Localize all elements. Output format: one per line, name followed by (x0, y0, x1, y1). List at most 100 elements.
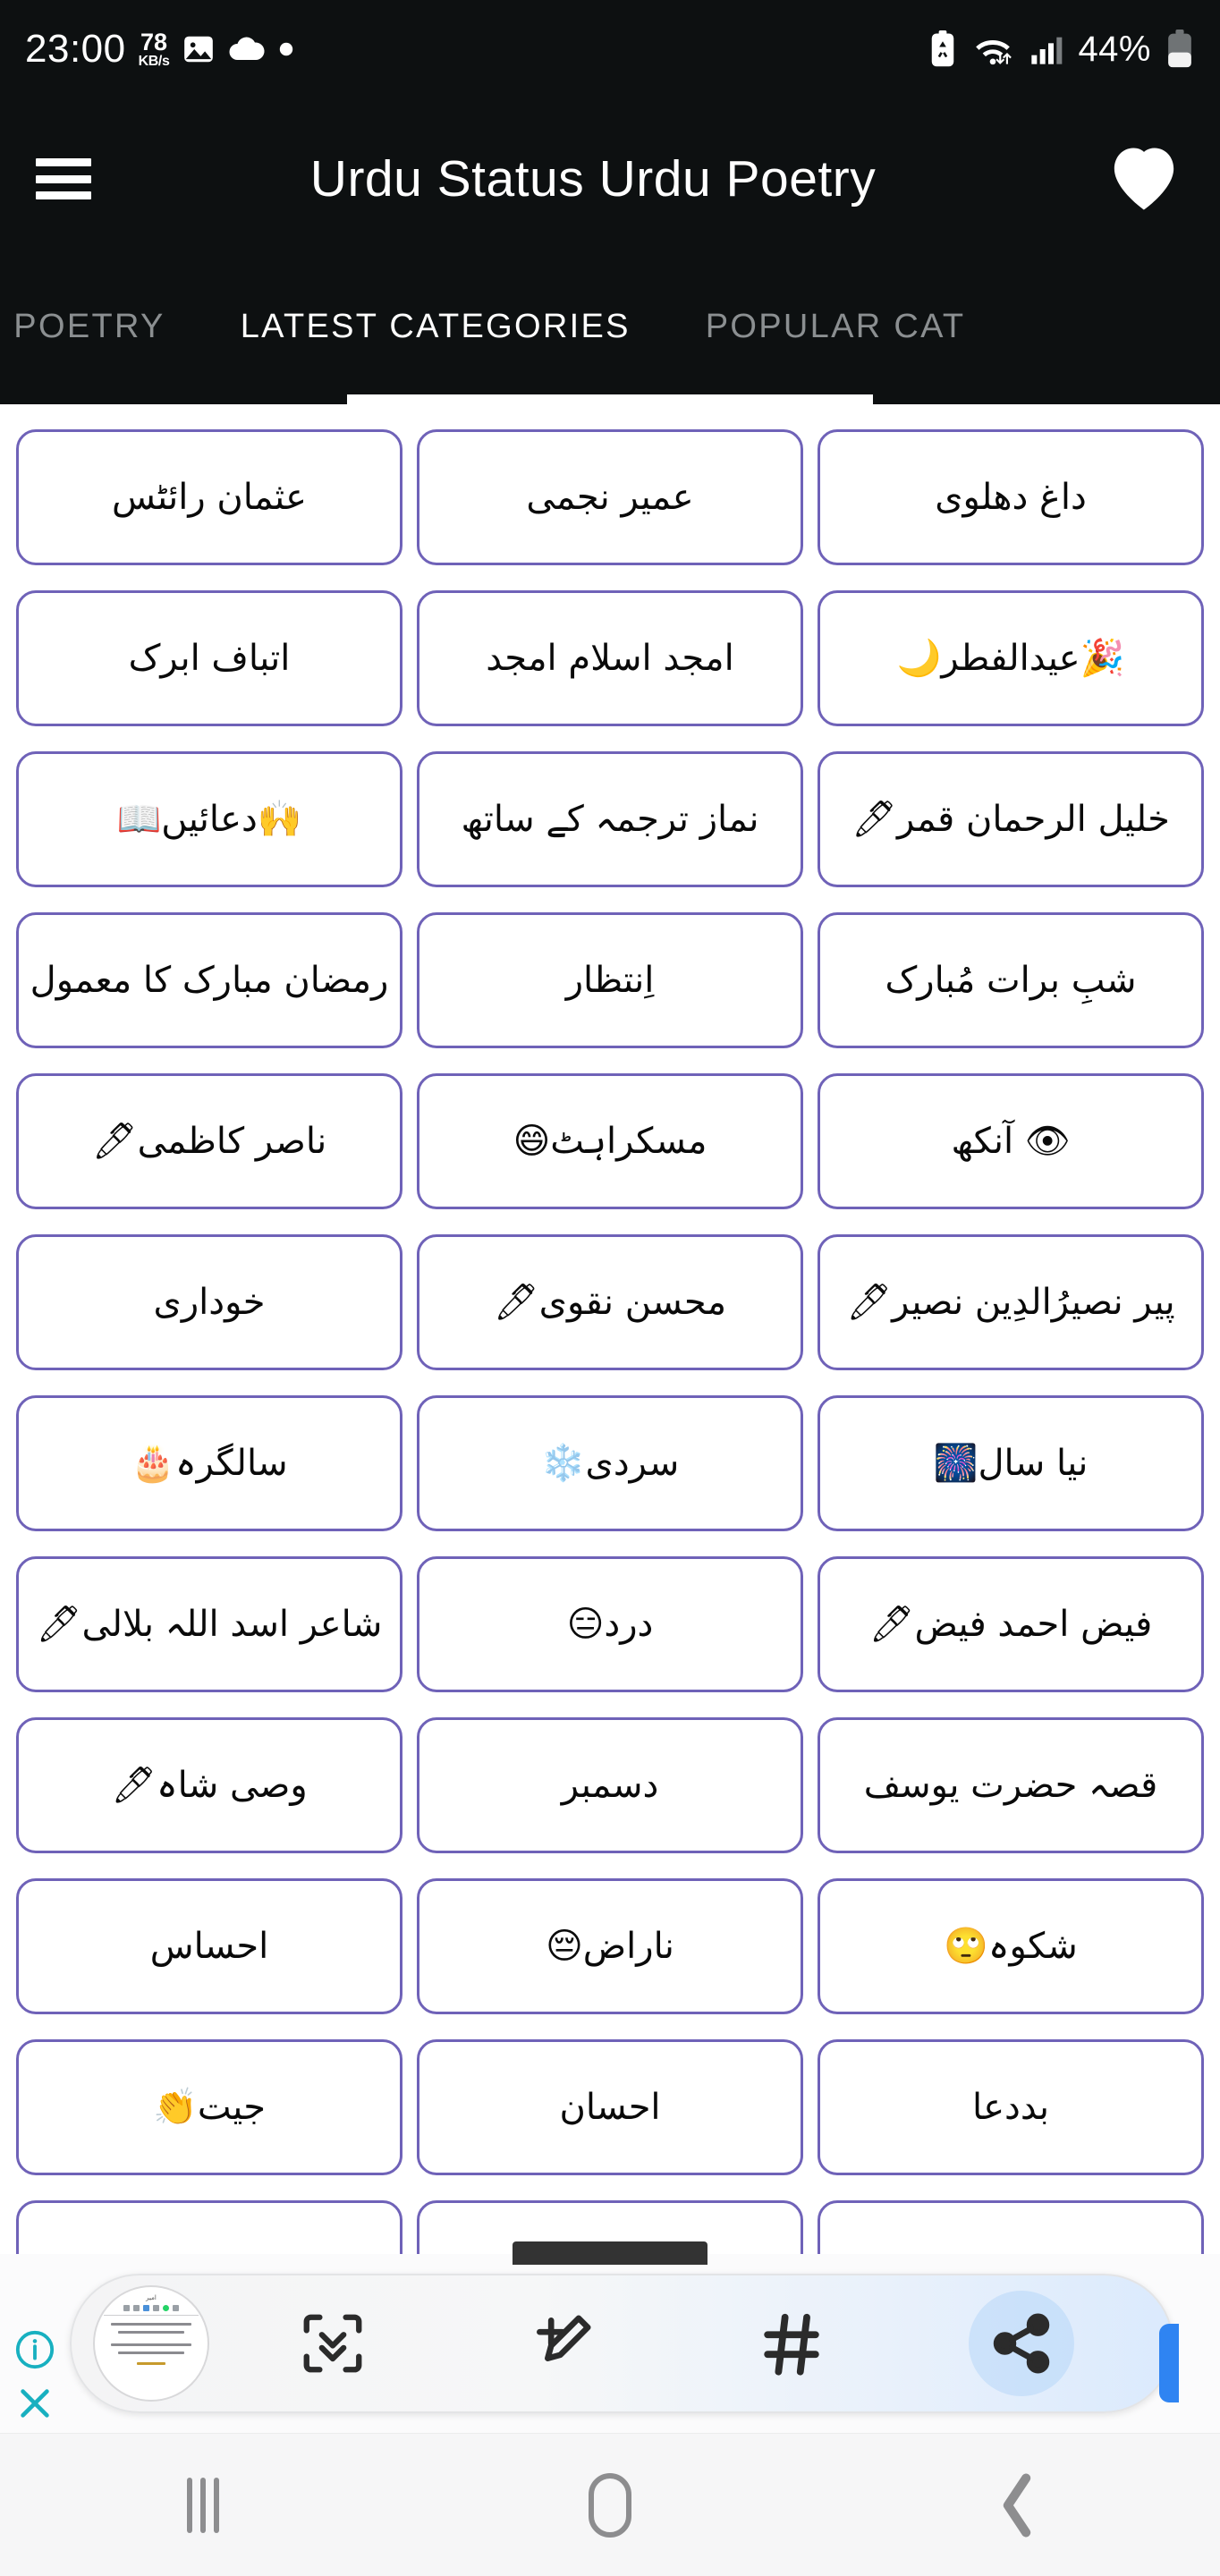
ad-scrollbar[interactable] (1159, 2324, 1179, 2402)
grid-cell: اِنتظار (410, 900, 810, 1061)
category-card[interactable]: سردی❄️ (417, 1395, 803, 1531)
categories-grid: داغ دھلوی عمیر نجمی عثمان رائٹس 🎉عیدالفطر🌙 ا… (0, 404, 1220, 2349)
category-card[interactable]: 🙌دعائیں📖 (16, 751, 402, 887)
category-card[interactable]: بددعا (818, 2039, 1204, 2175)
category-card[interactable]: خوداری (16, 1234, 402, 1370)
grid-cell: داغ دھلوی (810, 417, 1211, 578)
category-card[interactable]: جیت👏 (16, 2039, 402, 2175)
grid-cell: احساس (9, 1866, 410, 2027)
phone-screen: 23:00 78 KB/s 44% Urdu Status Urdu Poetr… (0, 0, 1220, 2576)
back-icon[interactable] (945, 2456, 1089, 2555)
category-card[interactable]: شبِ برات مُبارک (818, 912, 1204, 1048)
tab-latest-categories[interactable]: LATEST CATEGORIES (203, 259, 668, 394)
thumbnail-icon (123, 2305, 130, 2311)
category-card[interactable]: قصہ حضرت یوسف (818, 1717, 1204, 1853)
battery-icon (1165, 30, 1195, 69)
category-card-label: احساس (149, 1926, 269, 1967)
grid-cell: شبِ برات مُبارک (810, 900, 1211, 1061)
category-card[interactable]: درد😑 (417, 1556, 803, 1692)
grid-cell: ناصر کاظمی🖊 (9, 1061, 410, 1222)
category-card-label: عمیر نجمی (526, 477, 694, 518)
category-card-label: ناصر کاظمی🖊 (91, 1121, 327, 1162)
category-card[interactable]: احساس (16, 1878, 402, 2014)
poetry-card-thumbnail[interactable]: امیر (93, 2285, 209, 2402)
category-card-label: 🙌دعائیں📖 (116, 799, 302, 840)
grid-cell: اتباف ابرک (9, 578, 410, 739)
category-card-label: سردی❄️ (540, 1443, 680, 1484)
category-card-label: ناراض😔 (546, 1926, 674, 1967)
category-card[interactable]: مسکراہٹ😄 (417, 1073, 803, 1209)
grid-cell: شاعر اسد اللہ بلالی🖊 (9, 1544, 410, 1705)
category-card[interactable]: 🎉عیدالفطر🌙 (818, 590, 1204, 726)
add-edit-pencil-icon[interactable] (510, 2291, 615, 2396)
thumbnail-icon (143, 2305, 149, 2311)
category-card-label: شاعر اسد اللہ بلالی🖊 (36, 1604, 383, 1645)
ad-action-bar: امیر (70, 2274, 1179, 2413)
category-card[interactable]: سالگرہ🎂 (16, 1395, 402, 1531)
hashtag-icon[interactable] (739, 2291, 844, 2396)
category-card-label: شکوہ🙄 (944, 1926, 1078, 1967)
category-card[interactable]: ناصر کاظمی🖊 (16, 1073, 402, 1209)
thumbnail-text-line (110, 2323, 192, 2326)
grid-cell: مسکراہٹ😄 (410, 1061, 810, 1222)
thumbnail-signature (136, 2362, 166, 2365)
home-icon[interactable] (538, 2456, 682, 2555)
category-card[interactable]: اِنتظار (417, 912, 803, 1048)
share-icon[interactable] (968, 2291, 1074, 2396)
category-card[interactable]: وصی شاہ🖊 (16, 1717, 402, 1853)
scan-frame-icon[interactable] (280, 2291, 385, 2396)
recents-icon[interactable] (131, 2456, 275, 2555)
grid-cell: ناراض😔 (410, 1866, 810, 2027)
category-card[interactable]: اتباف ابرک (16, 590, 402, 726)
category-card[interactable]: نماز ترجمہ کے ساتھ (417, 751, 803, 887)
battery-saver-icon (928, 30, 957, 68)
network-speed-indicator: 78 KB/s (139, 30, 170, 69)
grid-cell: قصہ حضرت یوسف (810, 1705, 1211, 1866)
category-card[interactable]: احسان (417, 2039, 803, 2175)
ad-actions (209, 2291, 1172, 2396)
image-icon (182, 32, 216, 66)
wifi-icon (970, 31, 1015, 67)
category-card[interactable]: پیر نصیرُالدِین نصیر🖊 (818, 1234, 1204, 1370)
category-card[interactable]: عمیر نجمی (417, 429, 803, 565)
ad-notch (513, 2241, 707, 2265)
category-card[interactable]: نیا سال🎆 (818, 1395, 1204, 1531)
category-card-label: فیض احمد فیض🖊 (868, 1604, 1153, 1645)
grid-cell: جیت👏 (9, 2027, 410, 2188)
page-title: Urdu Status Urdu Poetry (309, 150, 877, 208)
category-card-label: جیت👏 (153, 2087, 266, 2128)
category-card[interactable]: 👁 آنکھ (818, 1073, 1204, 1209)
grid-cell: شکوہ🙄 (810, 1866, 1211, 2027)
status-clock: 23:00 (25, 27, 126, 71)
category-card-label: سالگرہ🎂 (131, 1443, 288, 1484)
category-card[interactable]: داغ دھلوی (818, 429, 1204, 565)
category-card[interactable]: خلیل الرحمان قمر🖊 (818, 751, 1204, 887)
signal-icon (1029, 31, 1064, 67)
category-card[interactable]: شکوہ🙄 (818, 1878, 1204, 2014)
category-card[interactable]: شاعر اسد اللہ بلالی🖊 (16, 1556, 402, 1692)
grid-cell: احسان (410, 2027, 810, 2188)
category-card-label: امجد اسلام امجد (486, 638, 734, 679)
category-card[interactable]: دسمبر (417, 1717, 803, 1853)
categories-scroll-area[interactable]: داغ دھلوی عمیر نجمی عثمان رائٹس 🎉عیدالفطر🌙 ا… (0, 404, 1220, 2433)
category-card[interactable]: رمضان مبارک کا معمول (16, 912, 402, 1048)
category-card[interactable]: امجد اسلام امجد (417, 590, 803, 726)
grid-cell: نماز ترجمہ کے ساتھ (410, 739, 810, 900)
close-icon[interactable] (13, 2381, 57, 2426)
info-icon[interactable] (13, 2327, 57, 2372)
category-card[interactable]: فیض احمد فیض🖊 (818, 1556, 1204, 1692)
grid-cell: 🙌دعائیں📖 (9, 739, 410, 900)
category-card-label: نیا سال🎆 (933, 1443, 1089, 1484)
category-card-label: شبِ برات مُبارک (885, 960, 1137, 1001)
category-card[interactable]: ناراض😔 (417, 1878, 803, 2014)
category-card-label: احسان (559, 2087, 661, 2128)
grid-cell: خلیل الرحمان قمر🖊 (810, 739, 1211, 900)
category-card-label: درد😑 (566, 1604, 654, 1645)
tab-latest-poetry[interactable]: ATEST POETRY (0, 259, 203, 394)
category-card[interactable]: محسن نقوی🖊 (417, 1234, 803, 1370)
tab-popular-categories[interactable]: POPULAR CAT (668, 259, 1004, 394)
category-card[interactable]: عثمان رائٹس (16, 429, 402, 565)
heart-icon[interactable] (1104, 143, 1184, 215)
hamburger-menu-icon[interactable] (36, 158, 91, 199)
grid-cell: خوداری (9, 1222, 410, 1383)
